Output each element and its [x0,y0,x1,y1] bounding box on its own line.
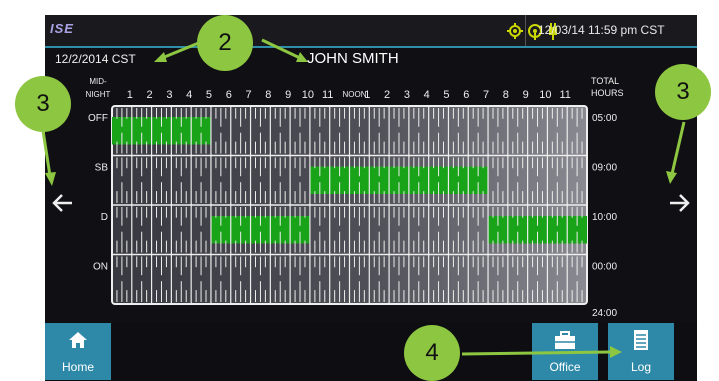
callout-arrow-2-right [261,38,308,62]
callout-arrow-3-left [40,123,56,186]
callout-arrow-4 [461,346,622,358]
callout-2: 2 [197,15,253,71]
callout-3-left: 3 [15,76,71,132]
callout-4: 4 [404,325,460,381]
callout-arrow-3-right [666,121,686,184]
callout-3-right: 3 [655,64,711,120]
callout-arrows [40,38,686,358]
